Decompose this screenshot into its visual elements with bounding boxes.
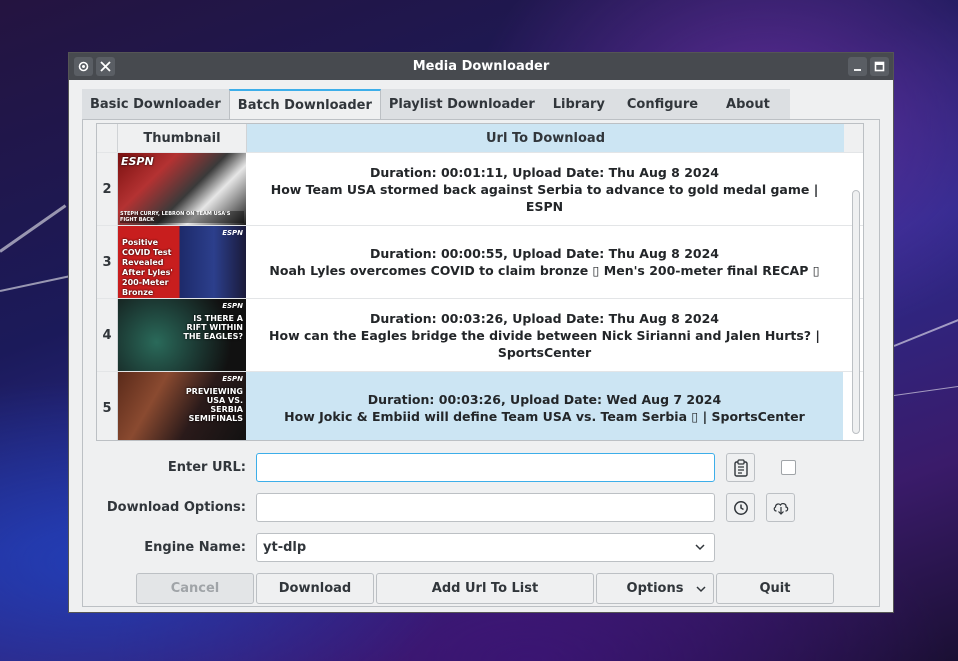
cloud-download-button[interactable]	[766, 493, 795, 522]
table-row[interactable]: 4 ESPN IS THERE A RIFT WITHIN THE EAGLES…	[97, 298, 863, 371]
wallpaper-streak	[893, 318, 958, 347]
chevron-down-icon	[695, 544, 705, 551]
maximize-button[interactable]	[870, 57, 889, 76]
title-line: Noah Lyles overcomes COVID to claim bron…	[269, 263, 820, 278]
wallpaper-streak	[0, 204, 67, 253]
download-options-input[interactable]	[256, 493, 715, 522]
thumbnail-headline: Positive COVID Test Revealed After Lyles…	[122, 238, 173, 297]
table-header: Thumbnail Url To Download	[97, 124, 863, 152]
url-cell: Duration: 00:01:11, Upload Date: Thu Aug…	[246, 153, 843, 225]
cloud-download-icon	[773, 502, 788, 515]
tab-library[interactable]: Library	[542, 89, 615, 119]
window-title: Media Downloader	[412, 59, 550, 74]
wallpaper-streak	[893, 385, 958, 396]
download-button[interactable]: Download	[256, 573, 374, 604]
table-corner	[97, 124, 118, 152]
engine-select[interactable]: yt-dlp	[256, 533, 715, 562]
url-label: Enter URL:	[167, 460, 246, 475]
app-menu-button[interactable]	[74, 57, 93, 76]
title-line: How can the Eagles bridge the divide bet…	[269, 327, 820, 360]
download-table: Thumbnail Url To Download 2 ESPN STEPH C…	[96, 123, 864, 441]
chevron-down-icon	[696, 586, 706, 593]
thumbnail-badge: ESPN	[222, 229, 243, 237]
close-icon	[100, 61, 111, 72]
tab-configure[interactable]: Configure	[614, 89, 711, 119]
row-number: 3	[97, 226, 118, 298]
options-button[interactable]: Options	[596, 573, 714, 604]
paste-button[interactable]	[726, 453, 755, 482]
minimize-icon	[854, 69, 861, 71]
thumbnail-caption: STEPH CURRY, LEBRON ON TEAM USA'S FIGHT …	[120, 211, 244, 223]
thumbnail-image: ESPN IS THERE A RIFT WITHIN THE EAGLES?	[118, 299, 246, 371]
tab-bar: Basic Downloader Batch Downloader Playli…	[82, 89, 790, 119]
main-window: Media Downloader Basic Downloader Batch …	[68, 52, 894, 613]
auto-download-checkbox[interactable]	[781, 460, 796, 475]
thumbnail-badge: ESPN	[222, 302, 243, 310]
minimize-button[interactable]	[848, 57, 867, 76]
add-url-button[interactable]: Add Url To List	[376, 573, 594, 604]
title-line: How Jokic & Embiid will define Team USA …	[284, 409, 805, 424]
tab-playlist-downloader[interactable]: Playlist Downloader	[380, 89, 543, 119]
tab-basic-downloader[interactable]: Basic Downloader	[82, 89, 229, 119]
row-number: 4	[97, 299, 118, 371]
duration-line: Duration: 00:01:11, Upload Date: Thu Aug…	[370, 164, 719, 180]
thumbnail-image: ESPN Positive COVID Test Revealed After …	[118, 226, 246, 298]
column-header-thumbnail[interactable]: Thumbnail	[118, 124, 247, 152]
thumbnail-image: ESPN PREVIEWING USA VS. SERBIA SEMIFINAL…	[118, 372, 246, 440]
options-label-text: Options	[626, 581, 684, 596]
batch-panel: Thumbnail Url To Download 2 ESPN STEPH C…	[82, 119, 880, 607]
maximize-icon	[874, 61, 885, 72]
engine-selected-value: yt-dlp	[263, 540, 307, 555]
url-input[interactable]	[256, 453, 715, 482]
cancel-button[interactable]: Cancel	[136, 573, 254, 604]
clipboard-icon	[733, 458, 748, 477]
tab-batch-downloader[interactable]: Batch Downloader	[228, 89, 381, 119]
duration-line: Duration: 00:00:55, Upload Date: Thu Aug…	[370, 246, 719, 261]
thumbnail-image: ESPN STEPH CURRY, LEBRON ON TEAM USA'S F…	[118, 153, 246, 225]
thumbnail-logo: ESPN	[121, 155, 154, 168]
duration-line: Duration: 00:03:26, Upload Date: Thu Aug…	[370, 310, 719, 326]
row-number: 5	[97, 372, 118, 440]
row-number: 2	[97, 153, 118, 225]
thumbnail-badge: ESPN	[222, 375, 243, 383]
url-cell: Duration: 00:03:26, Upload Date: Thu Aug…	[246, 299, 843, 371]
history-icon	[733, 500, 748, 515]
table-scrollbar[interactable]	[852, 190, 860, 434]
engine-label: Engine Name:	[144, 540, 246, 555]
thumbnail-headline: IS THERE A RIFT WITHIN THE EAGLES?	[183, 314, 243, 341]
thumbnail-headline: PREVIEWING USA VS. SERBIA SEMIFINALS	[185, 387, 243, 423]
header-spacer	[844, 124, 863, 152]
url-cell: Duration: 00:00:55, Upload Date: Thu Aug…	[246, 226, 843, 298]
table-row[interactable]: 5 ESPN PREVIEWING USA VS. SERBIA SEMIFIN…	[97, 371, 863, 440]
column-header-url[interactable]: Url To Download	[247, 124, 844, 152]
url-cell: Duration: 00:03:26, Upload Date: Wed Aug…	[246, 372, 843, 440]
table-row[interactable]: 3 ESPN Positive COVID Test Revealed Afte…	[97, 225, 863, 298]
title-line: How Team USA stormed back against Serbia…	[270, 181, 819, 214]
duration-line: Duration: 00:03:26, Upload Date: Wed Aug…	[367, 392, 722, 407]
title-bar: Media Downloader	[69, 53, 893, 80]
quit-button[interactable]: Quit	[716, 573, 834, 604]
tab-about[interactable]: About	[710, 89, 790, 119]
table-row[interactable]: 2 ESPN STEPH CURRY, LEBRON ON TEAM USA'S…	[97, 152, 863, 225]
pin-icon	[78, 61, 89, 72]
close-button[interactable]	[96, 57, 115, 76]
history-button[interactable]	[726, 493, 755, 522]
options-label: Download Options:	[106, 500, 246, 515]
